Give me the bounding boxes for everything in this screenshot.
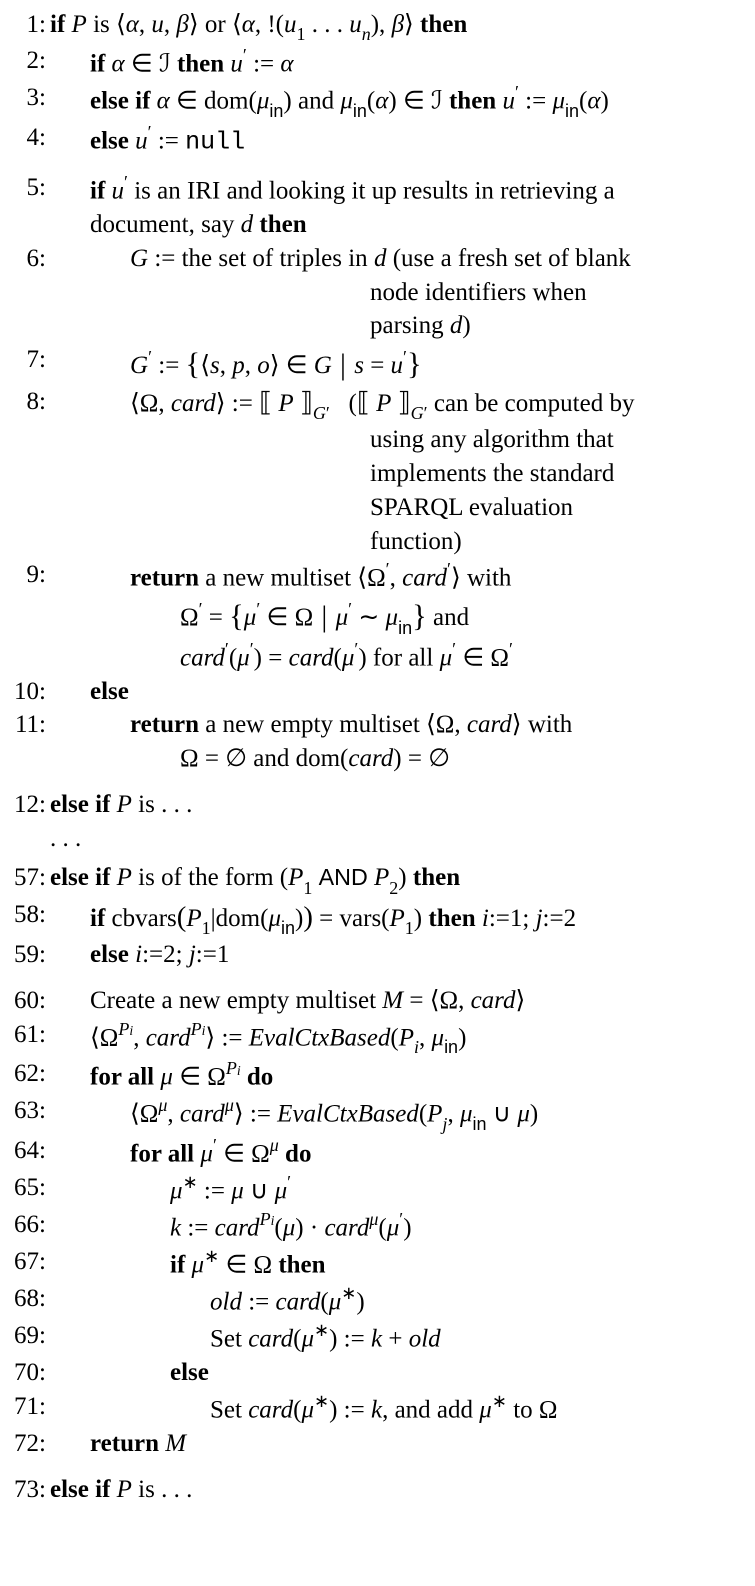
algo-line-cont: implements the standard [6, 457, 749, 491]
algo-line-cont: using any algorithm that [6, 423, 749, 457]
line-content: for all μ′ ∈ Ωμ do [50, 1134, 749, 1171]
line-content: else if P is of the form (P1 AND P2) the… [50, 861, 749, 897]
algo-line-cont: card′(μ′) = card(μ′) for all μ′ ∈ Ω′ [6, 638, 749, 675]
line-content: function) [50, 525, 749, 559]
algo-line: 10: else [6, 675, 749, 709]
line-content: using any algorithm that [50, 423, 749, 457]
line-content: if P is ⟨α, u, β⟩ or ⟨α, !(u1 . . . un),… [50, 8, 749, 44]
algo-line: 7: G′ := {⟨s, p, o⟩ ∈ G | s = u′} [6, 343, 749, 385]
algo-line: 65: μ∗ := μ ∪ μ′ [6, 1171, 749, 1208]
line-content: if α ∈ ℐ then u′ := α [50, 44, 749, 81]
line-content: else i:=2; j:=1 [50, 938, 749, 972]
line-number-cell: 1: [6, 8, 50, 42]
line-content: Ω′ = {μ′ ∈ Ω | μ′ ∼ μin} and [50, 595, 749, 637]
line-content: Create a new empty multiset M = ⟨Ω, card… [50, 984, 749, 1018]
line-content: return M [50, 1427, 749, 1461]
algo-line-cont: document, say d then [6, 208, 749, 242]
line-content: μ∗ := μ ∪ μ′ [50, 1171, 749, 1208]
line-content: for all μ ∈ ΩPi do [50, 1057, 749, 1094]
line-content: else if P is . . . [50, 788, 749, 822]
line-content: old := card(μ∗) [50, 1282, 749, 1319]
line-number: 1 [27, 11, 40, 38]
algo-line-cont: SPARQL evaluation [6, 491, 749, 525]
line-content: else [50, 675, 749, 709]
algo-line: 12: else if P is . . . [6, 788, 749, 822]
line-content: G := the set of triples in d (use a fres… [50, 242, 749, 276]
line-content: implements the standard [50, 457, 749, 491]
line-content: G′ := {⟨s, p, o⟩ ∈ G | s = u′} [50, 343, 749, 385]
line-content: if cbvars(P1|dom(μin)) = vars(P1) then i… [50, 898, 749, 938]
line-content: Ω = ∅ and dom(card) = ∅ [50, 742, 749, 776]
algo-line: 71: Set card(μ∗) := k, and add μ∗ to Ω [6, 1390, 749, 1427]
algo-line-cont: node identifiers when [6, 276, 749, 310]
line-content: node identifiers when [50, 276, 749, 310]
algo-line: 64: for all μ′ ∈ Ωμ do [6, 1134, 749, 1171]
line-content: ⟨ΩPi, cardPi⟩ := EvalCtxBased(Pi, μin) [50, 1018, 749, 1058]
algo-line-cont: Ω′ = {μ′ ∈ Ω | μ′ ∼ μin} and [6, 595, 749, 637]
algo-line-cont: function) [6, 525, 749, 559]
algo-line: 60: Create a new empty multiset M = ⟨Ω, … [6, 984, 749, 1018]
line-content: Set card(μ∗) := k + old [50, 1319, 749, 1356]
line-content: else if P is . . . [50, 1473, 749, 1507]
line-content: ⟨Ωμ, cardμ⟩ := EvalCtxBased(Pj, μin ∪ μ) [50, 1094, 749, 1134]
algo-line-cont: . . . [6, 822, 749, 856]
algo-line: 58: if cbvars(P1|dom(μin)) = vars(P1) th… [6, 898, 749, 938]
algo-line: 11: return a new empty multiset ⟨Ω, card… [6, 708, 749, 742]
line-content: card′(μ′) = card(μ′) for all μ′ ∈ Ω′ [50, 638, 749, 675]
line-content: else if α ∈ dom(μin) and μin(α) ∈ ℐ then… [50, 81, 749, 121]
algo-line: 4: else u′ := null [6, 121, 749, 159]
algo-line: 2: if α ∈ ℐ then u′ := α [6, 44, 749, 81]
algo-line: 3: else if α ∈ dom(μin) and μin(α) ∈ ℐ t… [6, 81, 749, 121]
line-content: parsing d) [50, 309, 749, 343]
algo-line-cont: Ω = ∅ and dom(card) = ∅ [6, 742, 749, 776]
ellipsis: . . . [50, 822, 749, 856]
line-content: else u′ := null [50, 121, 749, 159]
algo-line: 63: ⟨Ωμ, cardμ⟩ := EvalCtxBased(Pj, μin … [6, 1094, 749, 1134]
line-content: if u′ is an IRI and looking it up result… [50, 171, 749, 208]
line-content: if μ∗ ∈ Ω then [50, 1245, 749, 1282]
line-content: document, say d then [50, 208, 749, 242]
algo-line: 73: else if P is . . . [6, 1473, 749, 1507]
algo-line: 67: if μ∗ ∈ Ω then [6, 1245, 749, 1282]
algo-line: 72: return M [6, 1427, 749, 1461]
line-content: ⟨Ω, card⟩ := ⟦ P ⟧G′ (⟦ P ⟧G′ can be com… [50, 385, 749, 423]
algo-line: 62: for all μ ∈ ΩPi do [6, 1057, 749, 1094]
line-content: Set card(μ∗) := k, and add μ∗ to Ω [50, 1390, 749, 1427]
line-colon: : [39, 11, 46, 38]
algo-line: 9: return a new multiset ⟨Ω′, card′⟩ wit… [6, 558, 749, 595]
algo-line: 70: else [6, 1356, 749, 1390]
line-content: return a new multiset ⟨Ω′, card′⟩ with [50, 558, 749, 595]
algo-line: 57: else if P is of the form (P1 AND P2)… [6, 861, 749, 897]
algo-line: 61: ⟨ΩPi, cardPi⟩ := EvalCtxBased(Pi, μi… [6, 1018, 749, 1058]
algo-line: 6: G := the set of triples in d (use a f… [6, 242, 749, 276]
algo-line: 66: k := cardPi(μ) · cardμ(μ′) [6, 1208, 749, 1245]
algo-line: 1: if P is ⟨α, u, β⟩ or ⟨α, !(u1 . . . u… [6, 8, 749, 44]
algo-line: 5: if u′ is an IRI and looking it up res… [6, 171, 749, 208]
algo-line-cont: parsing d) [6, 309, 749, 343]
algo-line: 8: ⟨Ω, card⟩ := ⟦ P ⟧G′ (⟦ P ⟧G′ can be … [6, 385, 749, 423]
kw-if: if [50, 11, 65, 38]
kw-then: then [420, 11, 467, 38]
line-content: return a new empty multiset ⟨Ω, card⟩ wi… [50, 708, 749, 742]
algo-line: 59: else i:=2; j:=1 [6, 938, 749, 972]
line-content: k := cardPi(μ) · cardμ(μ′) [50, 1208, 749, 1245]
algo-line: 68: old := card(μ∗) [6, 1282, 749, 1319]
line-content: else [50, 1356, 749, 1390]
line-content: SPARQL evaluation [50, 491, 749, 525]
algo-line: 69: Set card(μ∗) := k + old [6, 1319, 749, 1356]
